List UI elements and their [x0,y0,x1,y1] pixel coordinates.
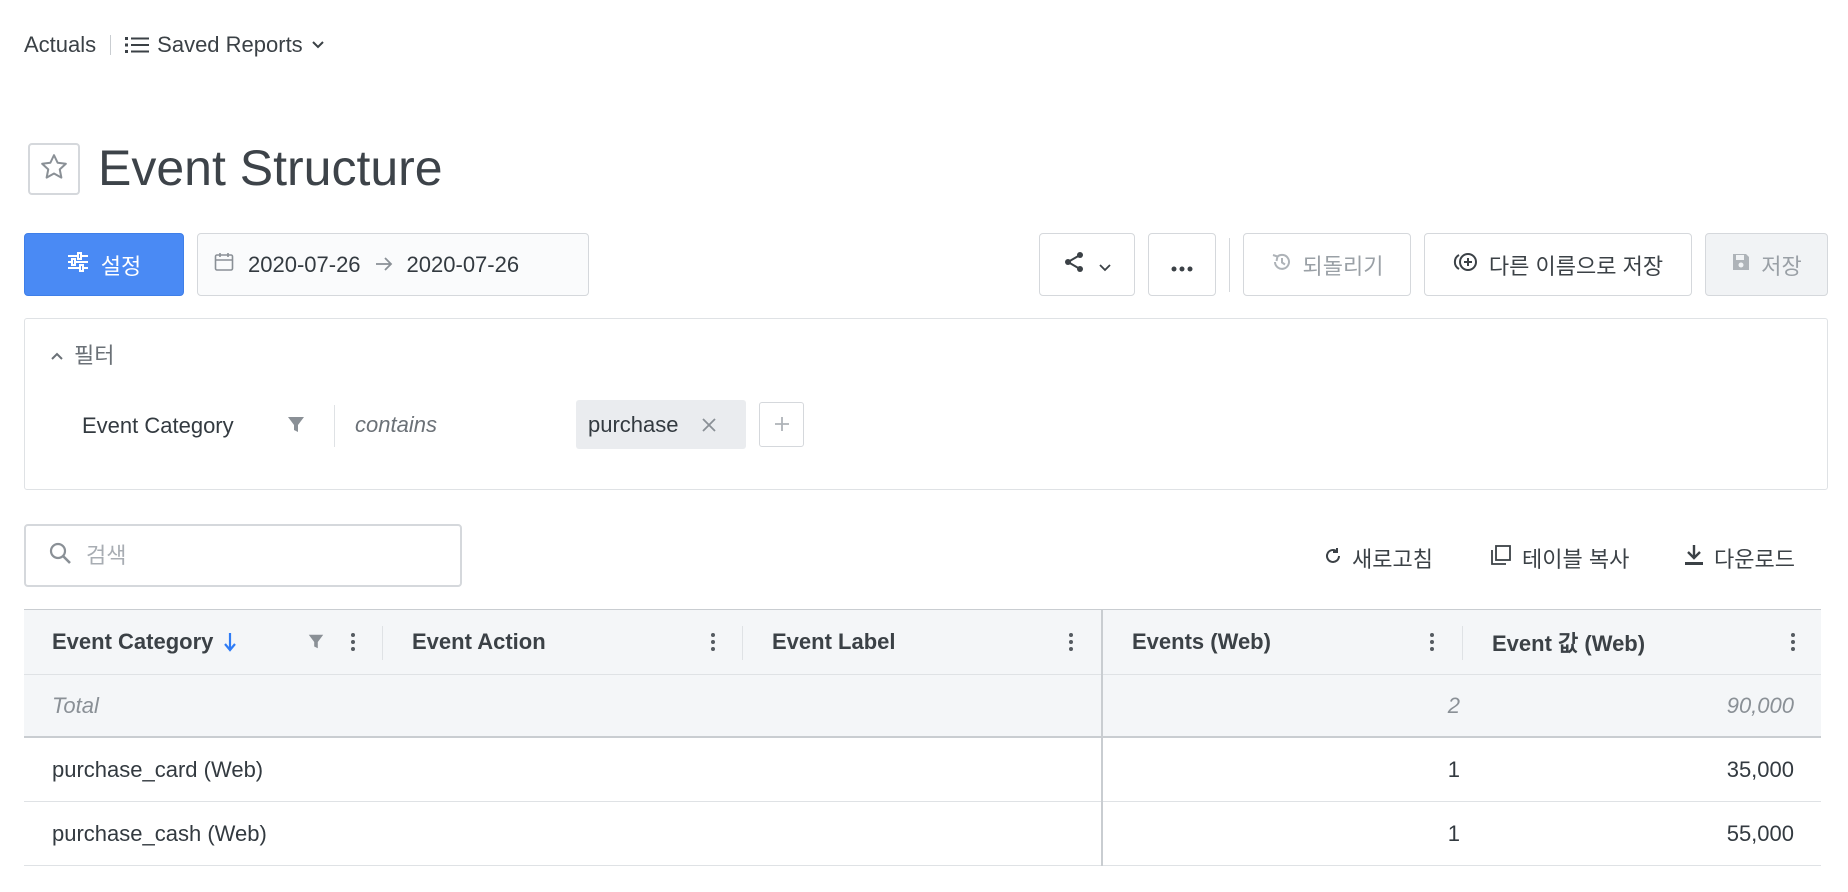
row-events: 1 [1447,820,1460,846]
page-title: Event Structure [98,140,443,196]
list-icon [125,36,150,54]
download-button[interactable]: 다운로드 [1684,542,1795,574]
more-horizontal-icon [1171,252,1193,278]
kebab-icon[interactable] [1790,610,1796,674]
kebab-icon[interactable] [350,610,356,674]
save-as-label: 다른 이름으로 저장 [1488,253,1664,279]
copy-table-button[interactable]: 테이블 복사 [1490,542,1629,574]
table-total-row: Total 2 90,000 [24,675,1821,738]
save-icon [1731,252,1751,278]
column-header-event-label[interactable]: Event Label [772,610,895,674]
calendar-icon [214,252,234,278]
date-range-picker[interactable]: 2020-07-26 2020-07-26 [197,233,589,296]
column-header-event-category[interactable]: Event Category [52,610,237,674]
saved-reports-dropdown[interactable]: Saved Reports [125,32,325,58]
more-options-button[interactable] [1148,233,1216,296]
filter-value-chip: purchase [576,400,746,449]
search-input[interactable] [84,541,448,570]
close-icon[interactable] [701,417,717,433]
save-as-icon [1453,251,1479,279]
chevron-down-icon [1099,252,1111,278]
download-icon [1684,544,1704,572]
filter-operator[interactable]: contains [355,412,437,438]
breadcrumb: Actuals Saved Reports [24,32,325,58]
row-value: 35,000 [1726,756,1794,782]
copy-table-label: 테이블 복사 [1522,547,1630,572]
save-button[interactable]: 저장 [1705,233,1828,296]
sliders-icon [67,251,89,278]
search-box [24,524,462,587]
column-header-event-value-web[interactable]: Event 값 (Web) [1492,610,1645,674]
column-header-event-action[interactable]: Event Action [412,610,546,674]
filter-toggle-label: 필터 [74,343,115,368]
add-filter-value-button[interactable] [759,402,804,447]
settings-button[interactable]: 설정 [24,233,184,296]
table-header-row: Event Category Event Action Event Label … [24,609,1821,675]
copy-icon [1490,544,1512,572]
total-value: 90,000 [1726,692,1794,718]
column-divider [382,626,383,660]
table-row[interactable]: purchase_card (Web) 1 35,000 [24,738,1821,802]
chevron-up-icon [50,341,64,367]
search-icon [48,541,72,570]
date-end: 2020-07-26 [406,251,520,277]
row-event-category: purchase_cash (Web) [52,820,267,846]
filter-panel [24,318,1828,490]
breadcrumb-divider [110,35,112,55]
refresh-button[interactable]: 새로고침 [1324,542,1433,574]
row-event-category: purchase_card (Web) [52,756,264,782]
row-events: 1 [1447,756,1460,782]
column-header-label: Event Category [52,629,214,654]
share-button[interactable] [1039,233,1135,296]
save-as-button[interactable]: 다른 이름으로 저장 [1424,233,1692,296]
settings-label: 설정 [100,253,142,279]
filter-divider [334,405,335,447]
favorite-button[interactable] [28,143,80,195]
filter-toggle[interactable]: 필터 [50,338,114,370]
refresh-label: 새로고침 [1352,547,1433,572]
row-value: 55,000 [1726,820,1794,846]
download-label: 다운로드 [1714,547,1795,572]
star-icon [39,152,69,187]
history-icon [1271,251,1293,279]
share-icon [1063,251,1085,279]
chevron-down-icon [311,40,325,50]
table-row[interactable]: purchase_cash (Web) 1 55,000 [24,802,1821,866]
kebab-icon[interactable] [1429,610,1435,674]
funnel-icon[interactable] [307,610,325,674]
column-divider [1462,626,1463,660]
date-start: 2020-07-26 [248,251,361,277]
arrow-right-icon [375,252,393,278]
saved-reports-label: Saved Reports [157,32,303,57]
dimension-metric-divider [1101,609,1103,866]
save-label: 저장 [1761,253,1802,279]
kebab-icon[interactable] [1068,610,1074,674]
sort-down-icon[interactable] [223,631,237,653]
breadcrumb-root[interactable]: Actuals [24,32,96,58]
filter-field[interactable]: Event Category [82,413,234,439]
toolbar-divider [1229,238,1230,292]
total-events: 2 [1447,692,1460,718]
funnel-icon[interactable] [286,415,306,440]
filter-value-label: purchase [588,411,679,437]
revert-label: 되돌리기 [1302,253,1384,279]
kebab-icon[interactable] [710,610,716,674]
total-label: Total [52,692,99,718]
revert-button[interactable]: 되돌리기 [1243,233,1411,296]
plus-icon [773,409,791,440]
column-header-events-web[interactable]: Events (Web) [1132,610,1271,674]
column-divider [742,626,743,660]
refresh-icon [1324,545,1342,571]
